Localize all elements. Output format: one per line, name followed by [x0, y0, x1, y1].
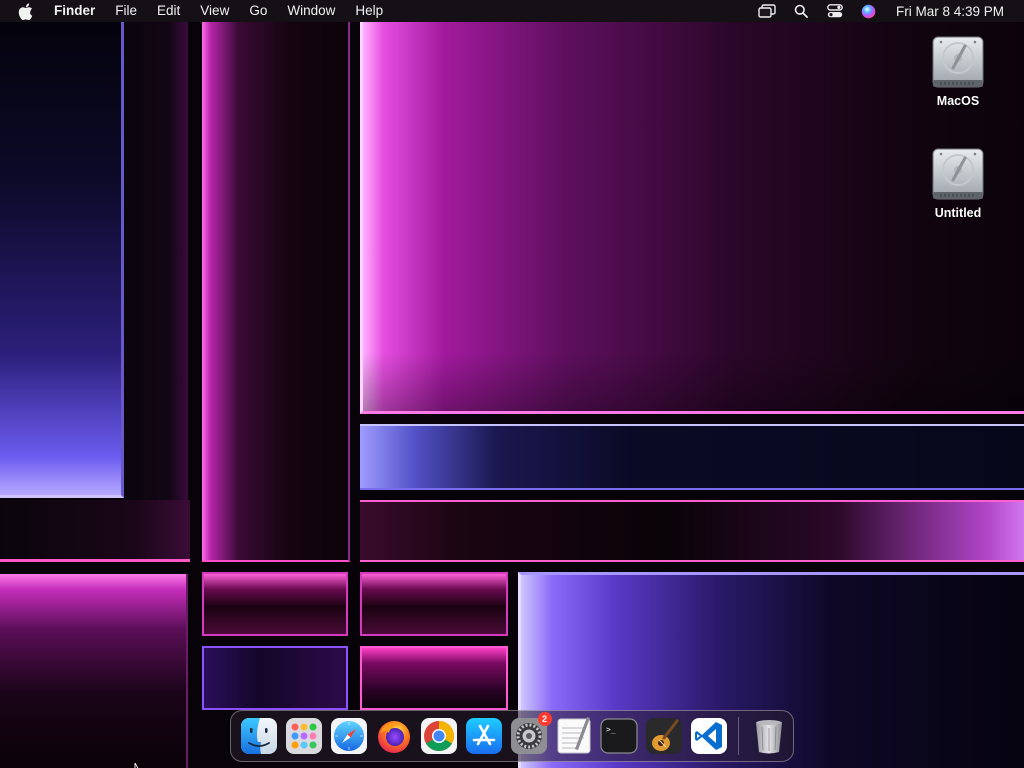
wallpaper-panel [202, 572, 348, 636]
garageband-icon[interactable] [644, 716, 684, 756]
mouse-cursor-icon [134, 760, 146, 768]
dock: 2 >_ [230, 710, 794, 762]
apple-menu-icon[interactable] [18, 0, 34, 22]
desktop-icon-label: MacOS [936, 94, 980, 108]
desktop[interactable]: Finder File Edit View Go Window Help Fri… [0, 0, 1024, 768]
wallpaper-panel [360, 646, 508, 710]
finder-icon[interactable] [239, 716, 279, 756]
menu-app-name[interactable]: Finder [44, 0, 105, 22]
wallpaper-panel [360, 424, 1024, 490]
wallpaper-panel [0, 500, 190, 562]
spotlight-search-icon[interactable] [789, 0, 813, 22]
terminal-icon[interactable]: >_ [599, 716, 639, 756]
wallpaper-panel [360, 572, 508, 636]
trash-icon[interactable] [749, 716, 789, 756]
desktop-icon-macos[interactable]: MacOS [913, 34, 1003, 108]
menu-extras: Fri Mar 8 4:39 PM [750, 0, 1024, 22]
menu-clock[interactable]: Fri Mar 8 4:39 PM [886, 4, 1024, 19]
wallpaper-panel [0, 22, 124, 498]
menu-window[interactable]: Window [277, 0, 345, 22]
menu-bar: Finder File Edit View Go Window Help Fri… [0, 0, 1024, 22]
textedit-icon[interactable] [554, 716, 594, 756]
wallpaper-panel [124, 22, 188, 562]
hard-drive-icon [929, 146, 987, 204]
app-store-icon[interactable] [464, 716, 504, 756]
wallpaper-panel [360, 500, 1024, 562]
screen-mirroring-icon[interactable] [755, 0, 779, 22]
launchpad-icon[interactable] [284, 716, 324, 756]
desktop-icon-label: Untitled [934, 206, 982, 220]
control-center-icon[interactable] [823, 0, 847, 22]
menu-file[interactable]: File [105, 0, 147, 22]
dock-separator [738, 717, 739, 755]
wallpaper-panel [202, 646, 348, 710]
firefox-icon[interactable] [374, 716, 414, 756]
hard-drive-icon [929, 34, 987, 92]
safari-icon[interactable] [329, 716, 369, 756]
svg-text:>_: >_ [606, 725, 616, 734]
menu-go[interactable]: Go [239, 0, 277, 22]
system-settings-icon[interactable]: 2 [509, 712, 552, 756]
menu-view[interactable]: View [190, 0, 239, 22]
chrome-icon[interactable] [419, 716, 459, 756]
siri-icon[interactable] [857, 0, 881, 22]
desktop-icon-untitled[interactable]: Untitled [913, 146, 1003, 220]
menu-edit[interactable]: Edit [147, 0, 190, 22]
wallpaper-panel [0, 574, 188, 768]
notification-badge: 2 [537, 712, 552, 726]
vscode-icon[interactable] [689, 716, 729, 756]
wallpaper-panel [202, 22, 350, 562]
menu-help[interactable]: Help [345, 0, 393, 22]
